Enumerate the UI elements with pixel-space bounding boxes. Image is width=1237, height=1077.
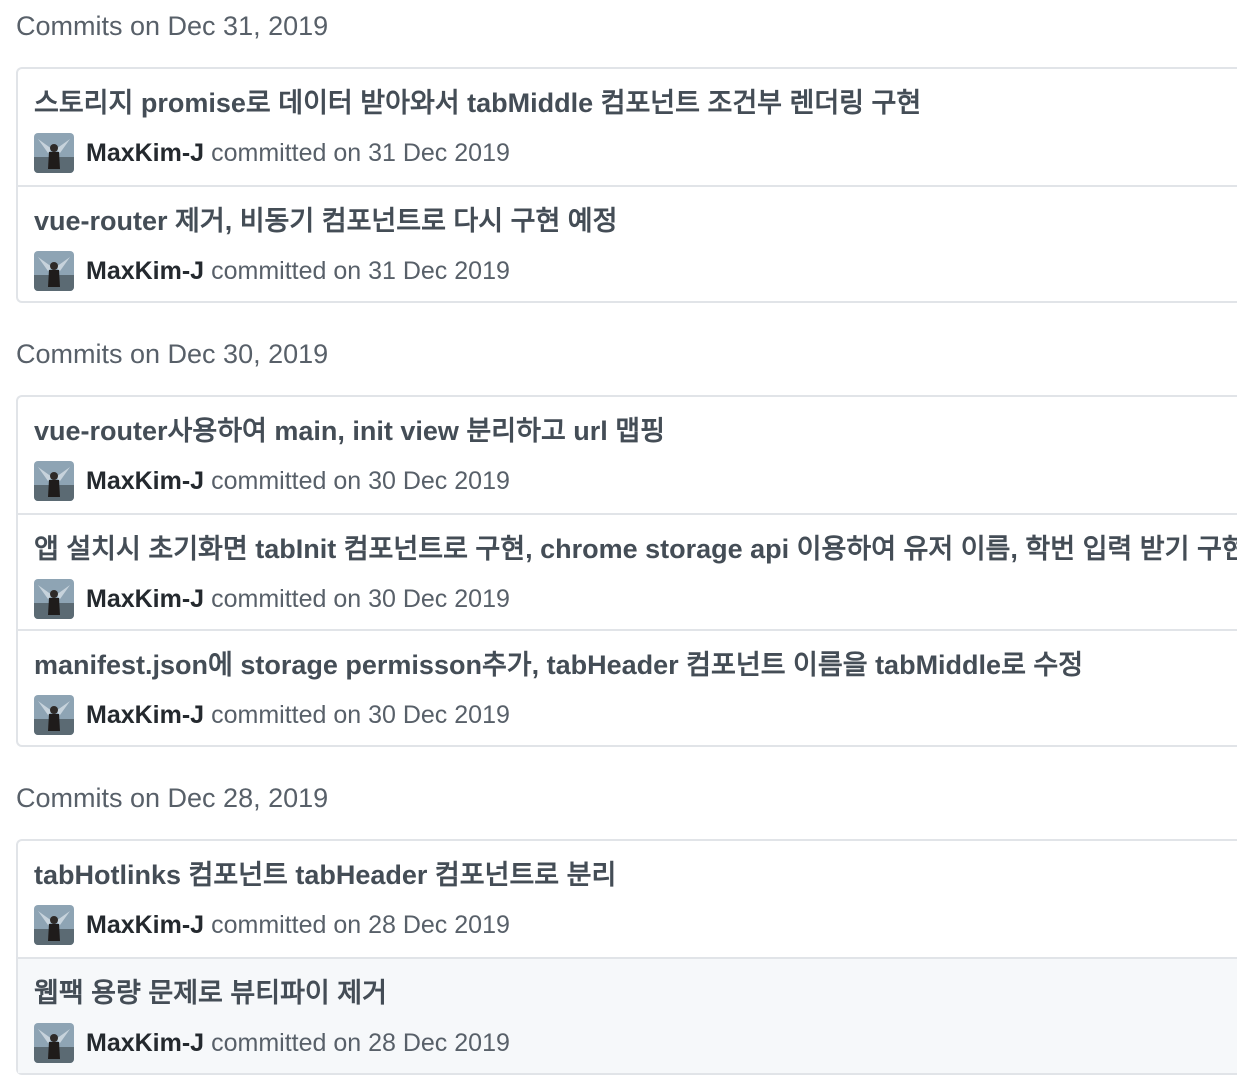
commit-meta: MaxKim-J committed on 30 Dec 2019: [34, 461, 510, 501]
user-avatar-icon[interactable]: [34, 695, 74, 735]
commit-list: tabHotlinks 컴포넌트 tabHeader 컴포넌트로 분리 MaxK…: [16, 839, 1237, 1075]
commit-date: committed on 31 Dec 2019: [211, 256, 510, 285]
commit-meta: MaxKim-J committed on 30 Dec 2019: [34, 695, 510, 735]
commit-title-link[interactable]: vue-router 제거, 비동기 컴포넌트로 다시 구현 예정: [34, 206, 617, 236]
commit-date: committed on 31 Dec 2019: [211, 138, 510, 167]
commit-title-link[interactable]: manifest.json에 storage permisson추가, tabH…: [34, 650, 1083, 680]
commit-list: vue-router사용하여 main, init view 분리하고 url …: [16, 395, 1237, 747]
commit-row[interactable]: manifest.json에 storage permisson추가, tabH…: [18, 629, 1237, 745]
commit-row[interactable]: vue-router 제거, 비동기 컴포넌트로 다시 구현 예정 MaxKim…: [18, 185, 1237, 301]
commit-author-link[interactable]: MaxKim-J: [86, 585, 204, 614]
commit-date: committed on 30 Dec 2019: [211, 700, 510, 729]
user-avatar-icon[interactable]: [34, 251, 74, 291]
user-avatar-icon[interactable]: [34, 579, 74, 619]
commit-row[interactable]: tabHotlinks 컴포넌트 tabHeader 컴포넌트로 분리 MaxK…: [18, 841, 1237, 957]
commit-author-link[interactable]: MaxKim-J: [86, 1029, 204, 1058]
commit-title[interactable]: tabHotlinks 컴포넌트 tabHeader 컴포넌트로 분리: [34, 859, 616, 891]
commit-date: committed on 30 Dec 2019: [211, 466, 510, 495]
commit-row[interactable]: 앱 설치시 초기화면 tabInit 컴포넌트로 구현, chrome stor…: [18, 513, 1237, 629]
commit-author-link[interactable]: MaxKim-J: [86, 139, 204, 168]
commit-row[interactable]: 스토리지 promise로 데이터 받아와서 tabMiddle 컴포넌트 조건…: [18, 69, 1237, 185]
commit-author-link[interactable]: MaxKim-J: [86, 257, 204, 286]
user-avatar-icon[interactable]: [34, 461, 74, 501]
commit-meta: MaxKim-J committed on 31 Dec 2019: [34, 133, 510, 173]
commit-meta: MaxKim-J committed on 31 Dec 2019: [34, 251, 510, 291]
commits-page: Commits on Dec 31, 2019 스토리지 promise로 데이…: [0, 0, 1237, 1077]
commit-title[interactable]: 앱 설치시 초기화면 tabInit 컴포넌트로 구현, chrome stor…: [34, 533, 1237, 565]
commit-row[interactable]: 웹팩 용량 문제로 뷰티파이 제거 MaxKim-J committed on …: [18, 957, 1237, 1073]
commit-title-link[interactable]: 스토리지 promise로 데이터 받아와서 tabMiddle 컴포넌트 조건…: [34, 88, 921, 118]
user-avatar-icon[interactable]: [34, 905, 74, 945]
commit-title[interactable]: vue-router 제거, 비동기 컴포넌트로 다시 구현 예정: [34, 205, 617, 237]
commit-title[interactable]: 스토리지 promise로 데이터 받아와서 tabMiddle 컴포넌트 조건…: [34, 87, 921, 119]
commit-date: committed on 28 Dec 2019: [211, 1028, 510, 1057]
commit-meta: MaxKim-J committed on 30 Dec 2019: [34, 579, 510, 619]
commit-meta: MaxKim-J committed on 28 Dec 2019: [34, 905, 510, 945]
commit-meta: MaxKim-J committed on 28 Dec 2019: [34, 1023, 510, 1063]
commit-title-link[interactable]: vue-router사용하여 main, init view 분리하고 url …: [34, 416, 665, 446]
commit-row[interactable]: vue-router사용하여 main, init view 분리하고 url …: [18, 397, 1237, 513]
commit-group-heading: Commits on Dec 28, 2019: [16, 783, 329, 813]
commit-date: committed on 30 Dec 2019: [211, 584, 510, 613]
commit-list: 스토리지 promise로 데이터 받아와서 tabMiddle 컴포넌트 조건…: [16, 67, 1237, 303]
user-avatar-icon[interactable]: [34, 133, 74, 173]
commit-title-link[interactable]: 웹팩 용량 문제로 뷰티파이 제거: [34, 978, 387, 1008]
commit-title[interactable]: vue-router사용하여 main, init view 분리하고 url …: [34, 415, 665, 447]
commit-group-heading: Commits on Dec 31, 2019: [16, 11, 329, 41]
commit-author-link[interactable]: MaxKim-J: [86, 701, 204, 730]
commit-title-link[interactable]: tabHotlinks 컴포넌트 tabHeader 컴포넌트로 분리: [34, 860, 616, 890]
commit-author-link[interactable]: MaxKim-J: [86, 467, 204, 496]
commit-group-heading: Commits on Dec 30, 2019: [16, 339, 329, 369]
commit-title-link[interactable]: 앱 설치시 초기화면 tabInit 컴포넌트로 구현, chrome stor…: [34, 534, 1237, 564]
commit-author-link[interactable]: MaxKim-J: [86, 911, 204, 940]
commit-title[interactable]: 웹팩 용량 문제로 뷰티파이 제거: [34, 977, 387, 1009]
commit-title[interactable]: manifest.json에 storage permisson추가, tabH…: [34, 649, 1083, 681]
commit-date: committed on 28 Dec 2019: [211, 910, 510, 939]
user-avatar-icon[interactable]: [34, 1023, 74, 1063]
